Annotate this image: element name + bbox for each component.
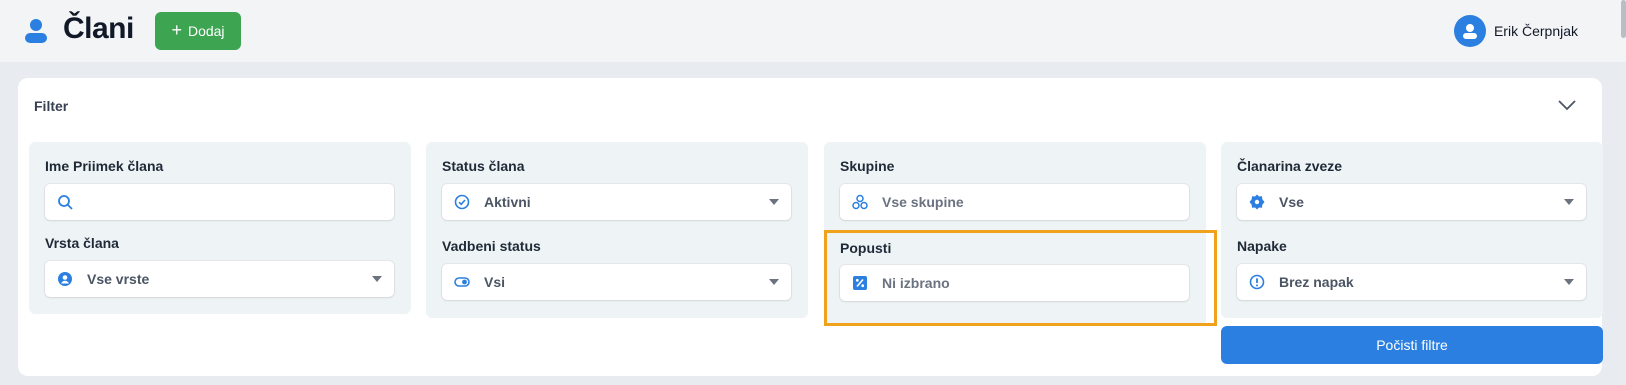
groups-label: Skupine xyxy=(840,158,895,174)
training-status-select[interactable]: Vsi xyxy=(442,264,791,300)
errors-select[interactable]: Brez napak xyxy=(1237,264,1586,300)
add-button[interactable]: + Dodaj xyxy=(155,12,241,50)
chevron-down-icon xyxy=(769,279,779,285)
discounts-highlight xyxy=(824,230,1217,326)
scrollbar-thumb[interactable] xyxy=(1621,0,1626,38)
name-search-input[interactable] xyxy=(45,184,394,220)
toggle-icon xyxy=(454,274,470,290)
groups-select[interactable]: Vse skupine xyxy=(840,184,1189,220)
chevron-down-icon xyxy=(769,199,779,205)
user-menu[interactable]: Erik Čerpnjak xyxy=(1453,14,1578,48)
check-circle-icon xyxy=(454,194,470,210)
training-status-value: Vsi xyxy=(484,274,506,290)
filter-title: Filter xyxy=(34,98,69,114)
member-type-select[interactable]: Vse vrste xyxy=(45,261,394,297)
member-type-label: Vrsta člana xyxy=(45,235,119,251)
federation-fee-value: Vse xyxy=(1279,194,1304,210)
add-button-label: Dodaj xyxy=(187,23,225,39)
groups-icon xyxy=(852,194,868,210)
member-status-value: Aktivni xyxy=(484,194,531,210)
member-status-select[interactable]: Aktivni xyxy=(442,184,791,220)
clear-filters-button[interactable]: Počisti filtre xyxy=(1221,326,1603,364)
member-status-label: Status člana xyxy=(442,158,525,174)
federation-fee-select[interactable]: Vse xyxy=(1237,184,1586,220)
user-icon xyxy=(25,19,47,43)
page-title: Člani xyxy=(63,12,134,45)
chevron-down-icon xyxy=(1564,279,1574,285)
groups-value: Vse skupine xyxy=(882,194,964,210)
errors-label: Napake xyxy=(1237,238,1287,254)
search-icon xyxy=(57,194,73,210)
name-field-label: Ime Priimek člana xyxy=(45,158,164,174)
training-status-label: Vadbeni status xyxy=(442,238,541,254)
alert-circle-icon xyxy=(1249,274,1265,290)
chevron-down-icon[interactable] xyxy=(1556,94,1578,116)
chevron-down-icon xyxy=(372,276,382,282)
user-name: Erik Čerpnjak xyxy=(1493,23,1578,39)
federation-fee-label: Članarina zveze xyxy=(1237,158,1343,174)
badge-icon xyxy=(1249,194,1265,210)
plus-icon: + xyxy=(171,20,182,40)
member-type-value: Vse vrste xyxy=(87,271,150,287)
user-circle-icon xyxy=(57,271,73,287)
avatar-icon xyxy=(1453,15,1486,47)
errors-value: Brez napak xyxy=(1279,274,1354,290)
chevron-down-icon xyxy=(1564,199,1574,205)
top-bar: Člani + Dodaj Erik Čerpnjak xyxy=(0,0,1626,62)
